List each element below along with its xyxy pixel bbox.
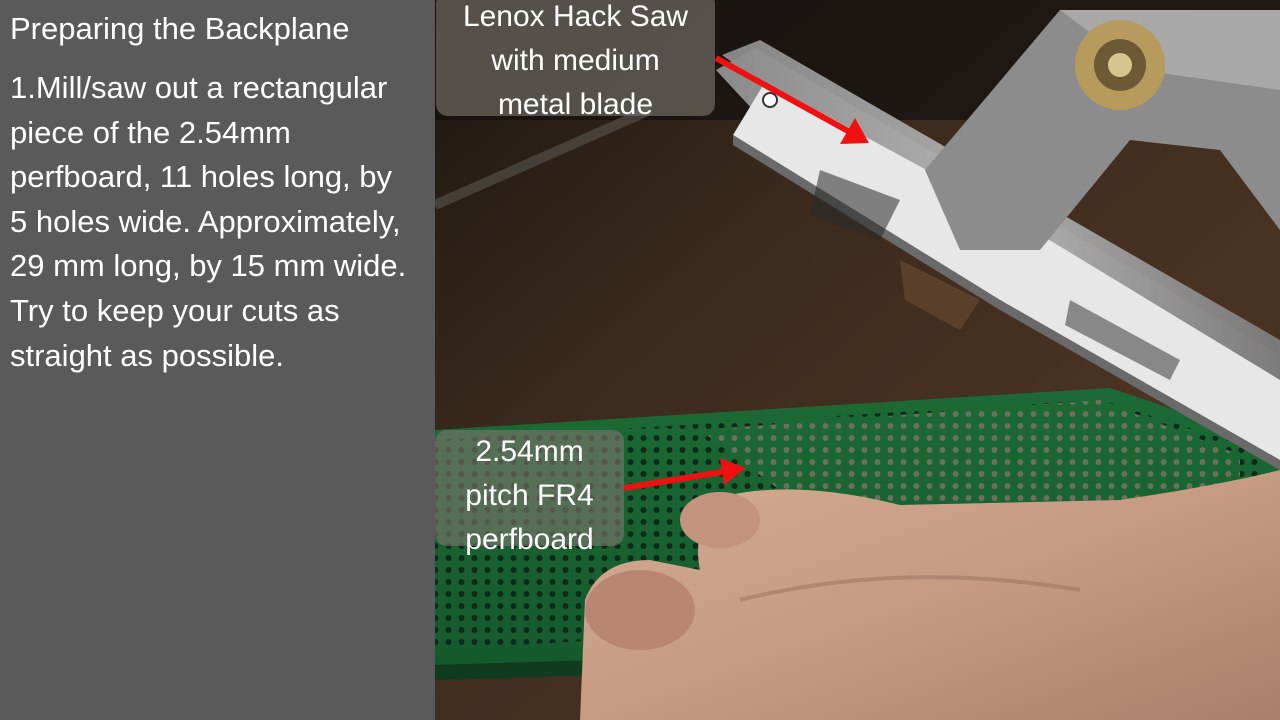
slide-title: Preparing the Backplane xyxy=(10,11,350,46)
text-panel: Preparing the Backplane 1.Mill/saw out a… xyxy=(0,0,435,720)
callout-perfboard: 2.54mm pitch FR4 perfboard xyxy=(435,430,624,556)
instruction-text: 1.Mill/saw out a rectangular piece of th… xyxy=(10,70,407,373)
callout-hacksaw: Lenox Hack Saw with medium metal blade xyxy=(436,0,715,121)
hand xyxy=(580,470,1280,720)
slide: Preparing the Backplane 1.Mill/saw out a… xyxy=(0,0,1280,720)
